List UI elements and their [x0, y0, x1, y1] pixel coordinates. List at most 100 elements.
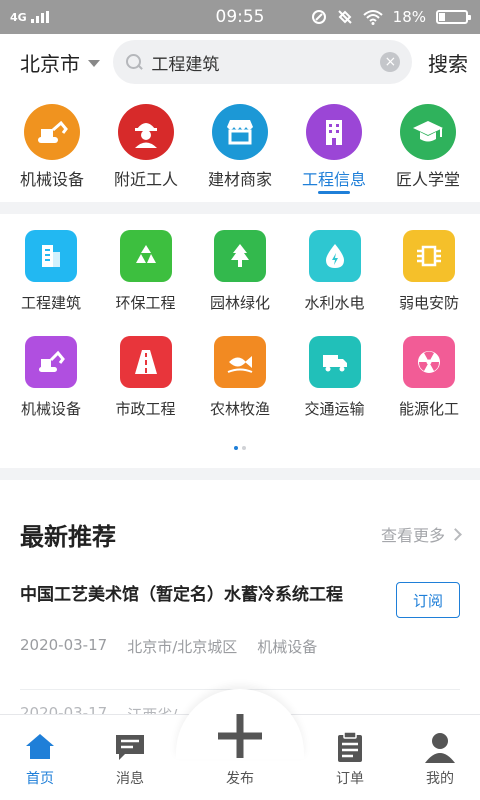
item-meta: 2020-03-17 北京市/北京城区 机械设备: [20, 636, 460, 657]
category-security[interactable]: 弱电安防: [382, 230, 476, 336]
item-title: 中国工艺美术馆（暂定名）水蓄冷系统工程: [20, 585, 343, 604]
battery-icon: [436, 10, 471, 24]
excavator-icon: [25, 336, 77, 388]
list-item[interactable]: 中国工艺美术馆（暂定名）水蓄冷系统工程 订阅 2020-03-17 北京市/北京…: [20, 580, 460, 690]
nav-label: 消息: [116, 770, 144, 786]
tab-label: 机械设备: [19, 172, 84, 189]
nav-home[interactable]: 首页: [0, 730, 80, 788]
status-icons: 18%: [311, 8, 471, 26]
wifi-icon: [362, 10, 383, 25]
excavator-icon: [24, 104, 80, 160]
category-engineering-building[interactable]: 工程建筑: [4, 230, 98, 336]
view-more-link[interactable]: 查看更多: [380, 522, 462, 546]
category-environmental[interactable]: 环保工程: [99, 230, 193, 336]
tab-machinery[interactable]: 机械设备: [6, 104, 98, 202]
category-label: 农林牧渔: [209, 401, 270, 418]
category-transport[interactable]: 交通运输: [288, 336, 382, 442]
view-more-label: 查看更多: [380, 526, 445, 545]
nav-profile[interactable]: 我的: [400, 730, 480, 788]
graduation-cap-icon: [400, 104, 456, 160]
active-tab-indicator: [318, 191, 350, 194]
section-divider: [0, 468, 480, 480]
category-label: 园林绿化: [209, 295, 270, 312]
search-input[interactable]: [151, 52, 373, 72]
category-label: 机械设备: [20, 401, 81, 418]
top-category-tabs: 机械设备 附近工人 建材商家 工程信息 匠人学堂: [0, 90, 480, 202]
plus-icon: [218, 714, 262, 758]
app-screen: 4G 09:55 18% 北京市 × 搜索 机械设备: [0, 0, 480, 800]
tab-label: 匠人学堂: [395, 172, 460, 189]
clipboard-icon: [338, 731, 362, 762]
category-agriculture[interactable]: 农林牧渔: [193, 336, 287, 442]
user-icon: [425, 733, 455, 763]
subscribe-button[interactable]: 订阅: [396, 582, 460, 618]
search-box[interactable]: ×: [113, 40, 413, 84]
road-icon: [119, 336, 172, 388]
section-title: 最新推荐: [20, 523, 116, 551]
category-water-power[interactable]: 水利水电: [288, 230, 382, 336]
category-machinery[interactable]: 机械设备: [4, 336, 98, 442]
nav-messages[interactable]: 消息: [90, 730, 170, 788]
recommend-header: 最新推荐 查看更多: [20, 480, 462, 580]
signal-indicator: 4G: [10, 11, 49, 24]
circuit-icon: [403, 230, 455, 282]
water-drop-icon: [308, 230, 361, 282]
home-icon: [26, 734, 54, 759]
category-energy-chemical[interactable]: 能源化工: [382, 336, 476, 442]
city-label: 北京市: [20, 53, 80, 76]
section-divider: [0, 202, 480, 214]
tab-craftsman-school[interactable]: 匠人学堂: [382, 104, 474, 202]
category-row: 工程建筑 环保工程 园林绿化 水利水电 弱电安防: [4, 230, 476, 336]
battery-percent: 18%: [392, 8, 426, 26]
nav-orders[interactable]: 订单: [310, 730, 390, 788]
recycle-icon: [119, 230, 172, 282]
chevron-right-icon: [449, 527, 462, 541]
nav-publish[interactable]: 发布: [180, 710, 300, 788]
nfc-icon: [311, 10, 326, 24]
category-label: 能源化工: [398, 401, 459, 418]
category-label: 水利水电: [304, 295, 365, 312]
category-label: 市政工程: [115, 401, 176, 418]
category-label: 环保工程: [115, 295, 176, 312]
network-type: 4G: [10, 10, 27, 24]
tab-nearby-workers[interactable]: 附近工人: [100, 104, 192, 202]
item-region: 北京市/北京城区: [127, 638, 238, 656]
radiation-icon: [403, 336, 455, 388]
clear-icon[interactable]: ×: [380, 52, 401, 72]
item-category: 机械设备: [257, 638, 318, 656]
building-icon: [25, 230, 77, 282]
worker-icon: [118, 104, 174, 160]
status-bar: 4G 09:55 18%: [0, 0, 480, 34]
nav-label: 订单: [336, 770, 364, 786]
city-selector[interactable]: 北京市: [20, 48, 113, 77]
search-icon: [125, 53, 143, 71]
signal-bars-icon: [30, 11, 49, 23]
vibrate-off-icon: [337, 10, 352, 24]
truck-icon: [308, 336, 361, 388]
caret-down-icon: [88, 59, 100, 67]
fish-icon: [214, 336, 266, 388]
nav-label: 首页: [26, 770, 54, 786]
search-button[interactable]: 搜索: [412, 48, 468, 77]
category-municipal[interactable]: 市政工程: [99, 336, 193, 442]
tab-label: 工程信息: [301, 172, 366, 189]
recommend-section: 最新推荐 查看更多 中国工艺美术馆（暂定名）水蓄冷系统工程 订阅 2020-03…: [0, 480, 480, 724]
category-label: 弱电安防: [398, 295, 459, 312]
category-label: 工程建筑: [20, 295, 81, 312]
tab-label: 建材商家: [207, 172, 272, 189]
shop-icon: [212, 104, 268, 160]
category-grid: 工程建筑 环保工程 园林绿化 水利水电 弱电安防 机械设备 市政工程 农林牧渔 …: [0, 214, 480, 468]
category-landscaping[interactable]: 园林绿化: [193, 230, 287, 336]
tree-icon: [214, 230, 266, 282]
item-date: 2020-03-17: [20, 636, 108, 654]
category-label: 交通运输: [304, 401, 365, 418]
tab-label: 附近工人: [113, 172, 178, 189]
nav-label: 发布: [226, 770, 254, 786]
bottom-nav: 首页 消息 发布 订单 我的: [0, 689, 480, 800]
building-icon: [306, 104, 362, 160]
tab-material-shops[interactable]: 建材商家: [194, 104, 286, 202]
category-row: 机械设备 市政工程 农林牧渔 交通运输 能源化工: [4, 336, 476, 442]
message-icon: [116, 735, 144, 760]
tab-project-info[interactable]: 工程信息: [288, 104, 380, 202]
nav-label: 我的: [426, 770, 454, 786]
